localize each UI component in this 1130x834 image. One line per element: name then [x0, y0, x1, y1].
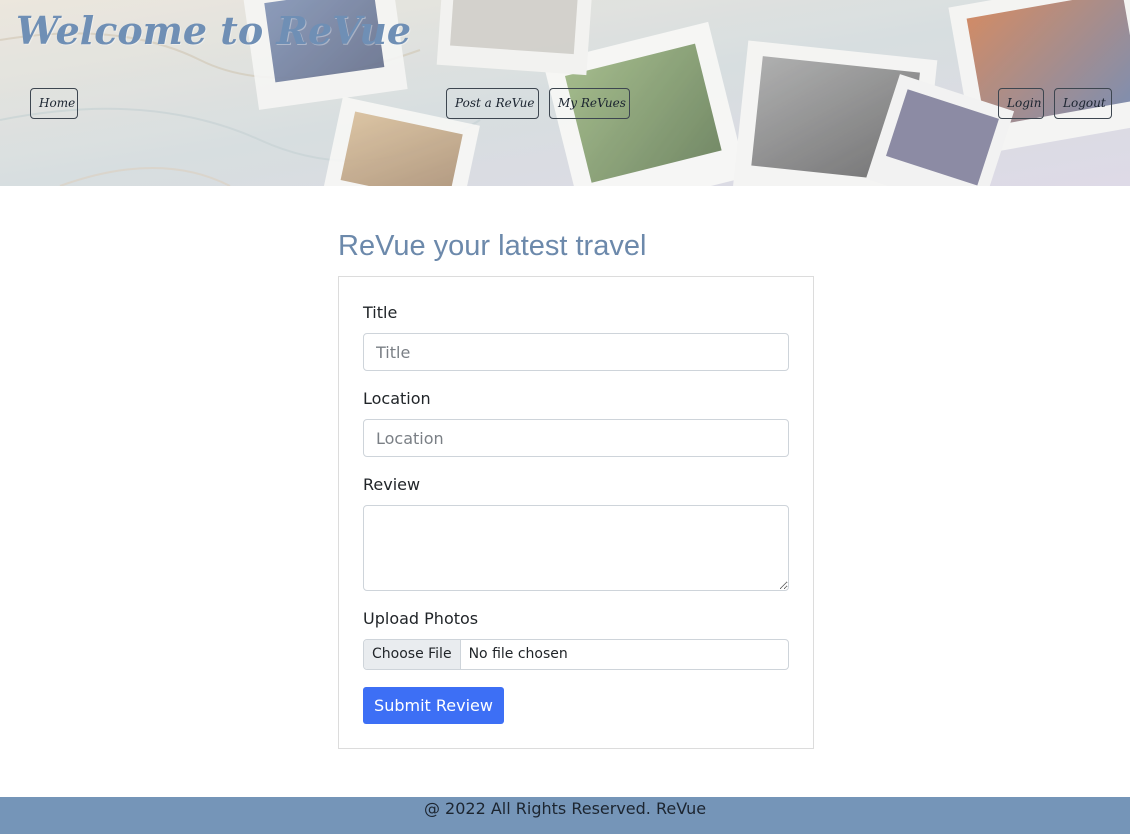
nav-post-review-button[interactable]: Post a ReVue	[446, 88, 539, 119]
nav-my-reviews-button[interactable]: My ReVues	[549, 88, 630, 119]
file-status-text: No file chosen	[468, 646, 568, 662]
review-textarea[interactable]	[363, 505, 789, 591]
upload-photos-label: Upload Photos	[363, 609, 479, 628]
review-form: Title Location Review Upload Photos Choo…	[338, 276, 814, 749]
title-label: Title	[363, 303, 398, 322]
location-input[interactable]	[363, 419, 789, 457]
site-footer: @ 2022 All Rights Reserved. ReVue	[0, 797, 1130, 834]
footer-copyright: @ 2022 All Rights Reserved. ReVue	[423, 799, 707, 818]
nav-home-button[interactable]: Home	[30, 88, 78, 119]
review-label: Review	[363, 475, 421, 494]
form-heading: ReVue your latest travel	[338, 230, 647, 262]
nav-login-button[interactable]: Login	[998, 88, 1044, 119]
site-header: Welcome to ReVue Home Post a ReVue My Re…	[0, 0, 1130, 186]
location-label: Location	[363, 389, 431, 408]
site-title: Welcome to ReVue	[16, 8, 412, 53]
choose-file-button[interactable]: Choose File	[364, 640, 461, 669]
submit-review-button[interactable]: Submit Review	[363, 687, 504, 724]
nav-logout-button[interactable]: Logout	[1054, 88, 1112, 119]
file-upload-control[interactable]: Choose File No file chosen	[363, 639, 789, 670]
title-input[interactable]	[363, 333, 789, 371]
